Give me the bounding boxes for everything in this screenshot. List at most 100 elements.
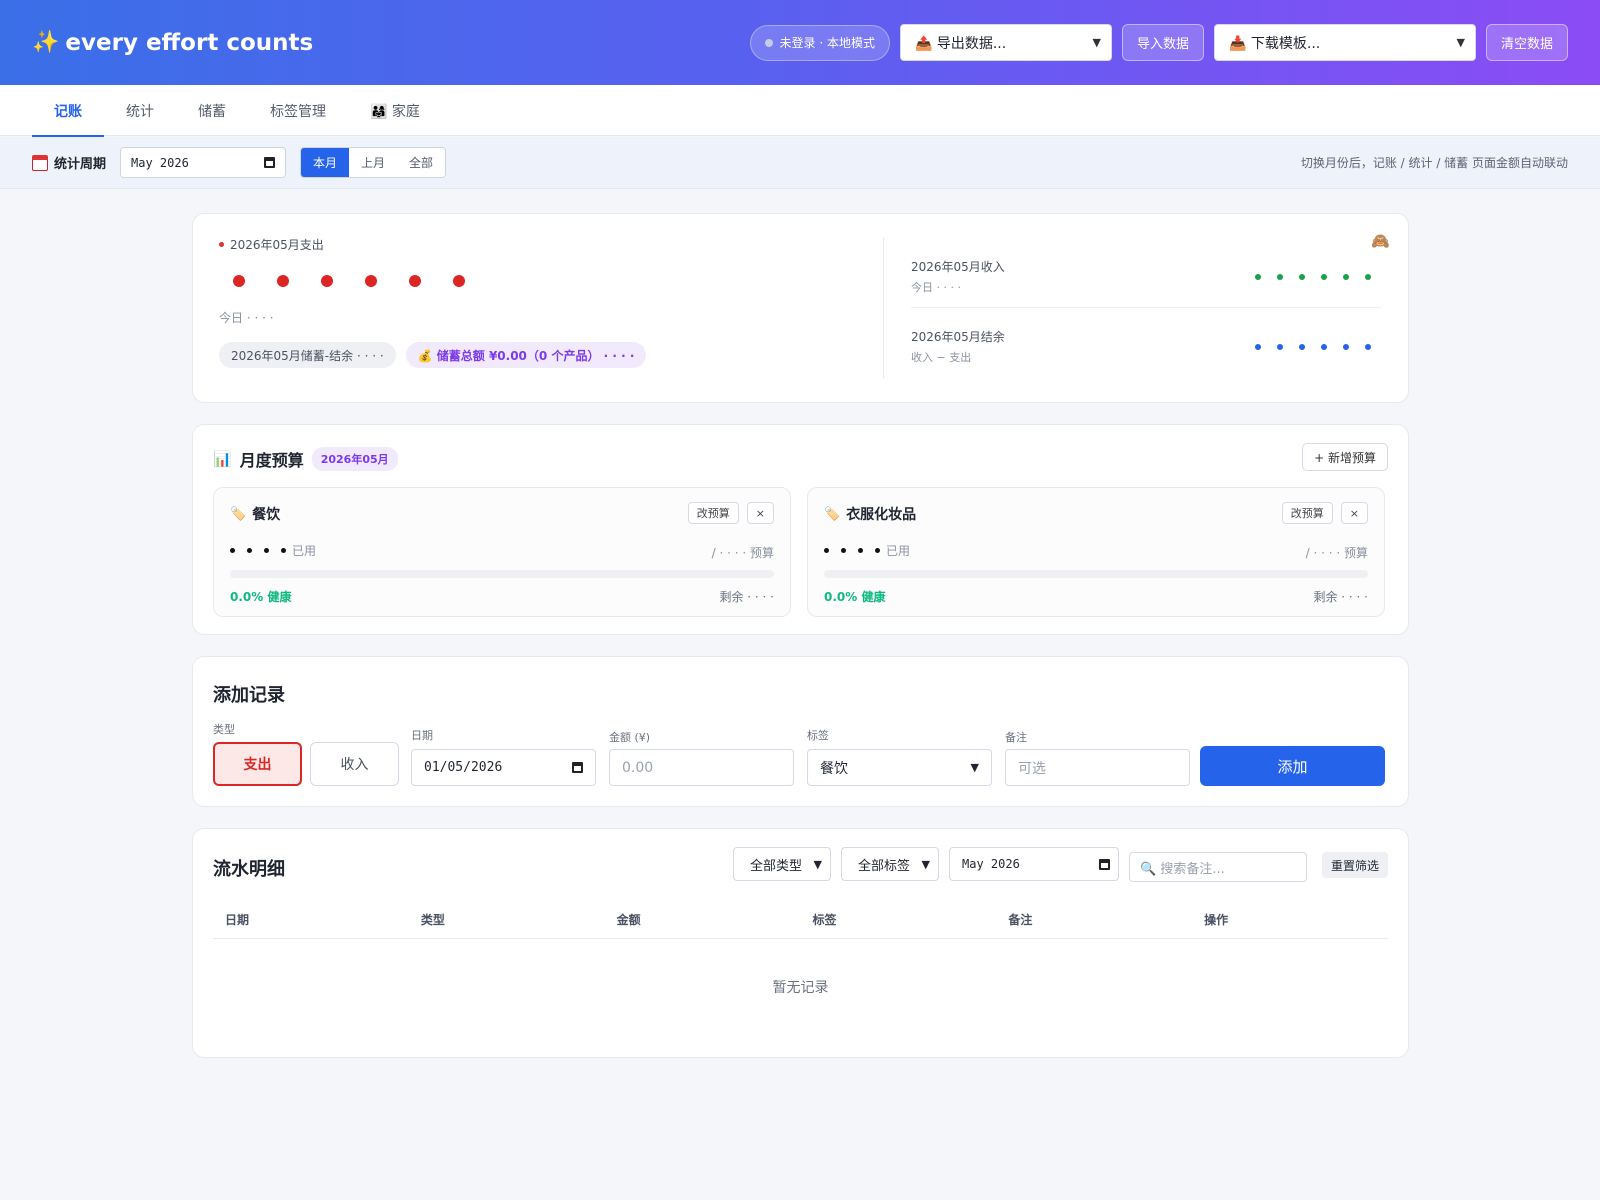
budget-limit: / · · · · 预算 [711, 546, 774, 560]
tag-icon: 🏷️ [230, 506, 247, 522]
login-status-badge[interactable]: 未登录 · 本地模式 [749, 24, 890, 61]
search-note-input[interactable]: 🔍 搜索备注... [1129, 852, 1307, 882]
budget-status: 0.0% 健康 [824, 590, 886, 604]
add-record-button[interactable]: 添加 [1200, 746, 1385, 786]
add-record-title: 添加记录 [213, 685, 285, 706]
tag-select-value: 餐饮 [820, 760, 848, 777]
date-value: 01/05/2026 [424, 760, 503, 775]
period-this-month-button[interactable]: 本月 [301, 148, 350, 177]
amount-label: 金额 (¥) [609, 731, 651, 744]
edit-budget-button[interactable]: 改预算 [687, 502, 739, 524]
budget-item: 🏷️ 衣服化妆品 改预算 × 已用 / · · · · 预算 0.0% 健康 剩余… [807, 487, 1385, 617]
type-expense-button[interactable]: 支出 [213, 742, 302, 786]
col-actions: 操作 [1204, 913, 1229, 927]
calendar-icon [32, 154, 48, 171]
tag-select[interactable]: 餐饮 ▼ [807, 749, 992, 786]
tab-savings[interactable]: 储蓄 [176, 85, 248, 136]
budget-item-name: 餐饮 [252, 507, 281, 523]
delete-budget-button[interactable]: × [746, 502, 774, 524]
period-bar: 统计周期 May 2026 本月 上月 全部 切换月份后，记账 / 统计 / 储… [0, 137, 1600, 189]
period-label-text: 统计周期 [54, 157, 107, 172]
note-placeholder: 可选 [1018, 760, 1046, 777]
chevron-down-icon: ▼ [1092, 36, 1101, 49]
edit-budget-button[interactable]: 改预算 [1281, 502, 1333, 524]
period-month-input[interactable]: May 2026 [120, 147, 287, 178]
balance-row: 2026年05月结余 收入 − 支出 [911, 308, 1381, 377]
sparkles-icon: ✨ [32, 30, 60, 55]
balance-title: 2026年05月结余 [911, 330, 1005, 344]
search-placeholder: 🔍 搜索备注... [1140, 861, 1225, 877]
budget-status: 0.0% 健康 [230, 590, 292, 604]
reset-filter-button[interactable]: 重置筛选 [1321, 852, 1388, 878]
empty-state: 暂无记录 [772, 980, 829, 996]
col-type: 类型 [420, 913, 445, 927]
export-select-value: 📤 导出数据... [914, 35, 1007, 52]
tag-filter-select[interactable]: 全部标签 ▼ [841, 847, 939, 881]
used-amount-masked [824, 548, 880, 553]
status-dot-icon [764, 38, 773, 47]
clear-data-button[interactable]: 清空数据 [1485, 24, 1568, 61]
calendar-picker-icon[interactable] [1099, 858, 1110, 870]
template-select-value: 📥 下载模板... [1228, 35, 1321, 52]
tab-statistics[interactable]: 统计 [104, 85, 176, 136]
type-label: 类型 [213, 723, 235, 736]
period-last-month-button[interactable]: 上月 [349, 148, 398, 177]
savings-total-chip: 💰 储蓄总额 ¥0.00（0 个产品） · · · · [405, 342, 647, 368]
note-label: 备注 [1005, 731, 1027, 744]
bar-chart-icon: 📊 [213, 450, 232, 468]
expense-title-text: 2026年05月支出 [230, 238, 324, 252]
expense-title: 2026年05月支出 [219, 236, 859, 253]
tag-label: 标签 [807, 729, 829, 742]
chevron-down-icon: ▼ [970, 761, 979, 774]
template-select[interactable]: 📥 下载模板... ▼ [1213, 24, 1476, 61]
budget-item: 🏷️ 餐饮 改预算 × 已用 / · · · · 预算 0.0% 健康 剩余 · … [213, 487, 791, 617]
note-input[interactable]: 可选 [1005, 749, 1190, 786]
col-note: 备注 [1008, 913, 1033, 927]
type-filter-select[interactable]: 全部类型 ▼ [733, 847, 831, 881]
used-label: 已用 [886, 544, 911, 558]
tag-filter-value: 全部标签 [858, 858, 911, 874]
tab-bookkeeping[interactable]: 记账 [32, 85, 104, 137]
app-header: ✨ every effort counts 未登录 · 本地模式 📤 导出数据.… [0, 0, 1600, 85]
tab-tag-management[interactable]: 标签管理 [248, 85, 348, 136]
calendar-picker-icon[interactable] [264, 157, 276, 168]
budget-title: 月度预算 [239, 451, 304, 470]
brand-title: every effort counts [65, 29, 314, 56]
export-select[interactable]: 📤 导出数据... ▼ [899, 24, 1112, 61]
add-budget-button[interactable]: + 新增预算 [1302, 443, 1388, 471]
type-filter-value: 全部类型 [750, 858, 803, 874]
chevron-down-icon: ▼ [813, 857, 822, 871]
table-header: 日期 类型 金额 标签 备注 操作 [213, 901, 1388, 939]
budget-remaining: 剩余 · · · · [1313, 590, 1368, 604]
expense-amount-masked [219, 275, 859, 287]
period-all-button[interactable]: 全部 [397, 148, 446, 177]
ledger-card: 流水明细 全部类型 ▼ 全部标签 ▼ May 2026 🔍 搜索备注... 重置… [192, 828, 1409, 1058]
balance-savings-chip: 2026年05月储蓄-结余 · · · · [219, 342, 396, 368]
date-label: 日期 [411, 729, 433, 742]
used-amount-masked [230, 548, 286, 553]
brand: ✨ every effort counts [32, 30, 313, 56]
period-label: 统计周期 [32, 153, 106, 172]
main-tabs: 记账 统计 储蓄 标签管理 👨‍👩‍👧 家庭 [0, 85, 1600, 137]
tab-family[interactable]: 👨‍👩‍👧 家庭 [348, 85, 442, 136]
tag-icon: 🏷️ [824, 506, 841, 522]
import-button[interactable]: 导入数据 [1121, 24, 1204, 61]
balance-formula: 收入 − 支出 [911, 351, 972, 364]
month-filter-input[interactable]: May 2026 [949, 847, 1119, 881]
amount-input[interactable]: 0.00 [609, 749, 794, 786]
type-income-button[interactable]: 收入 [310, 742, 399, 786]
budget-item-name: 衣服化妆品 [846, 507, 917, 523]
budget-card: 📊 月度预算 2026年05月 + 新增预算 🏷️ 餐饮 改预算 × 已用 / ·… [192, 424, 1409, 635]
date-input[interactable]: 01/05/2026 [411, 749, 596, 786]
period-month-value: May 2026 [131, 155, 189, 170]
col-amount: 金额 [616, 913, 641, 927]
col-date: 日期 [225, 913, 250, 927]
income-today: 今日 · · · · [911, 281, 961, 294]
chevron-down-icon: ▼ [1456, 36, 1465, 49]
income-title: 2026年05月收入 [911, 260, 1005, 274]
divider [883, 238, 884, 378]
calendar-picker-icon[interactable] [572, 762, 583, 773]
period-quick-select: 本月 上月 全部 [300, 147, 447, 178]
chevron-down-icon: ▼ [921, 857, 930, 871]
delete-budget-button[interactable]: × [1340, 502, 1368, 524]
